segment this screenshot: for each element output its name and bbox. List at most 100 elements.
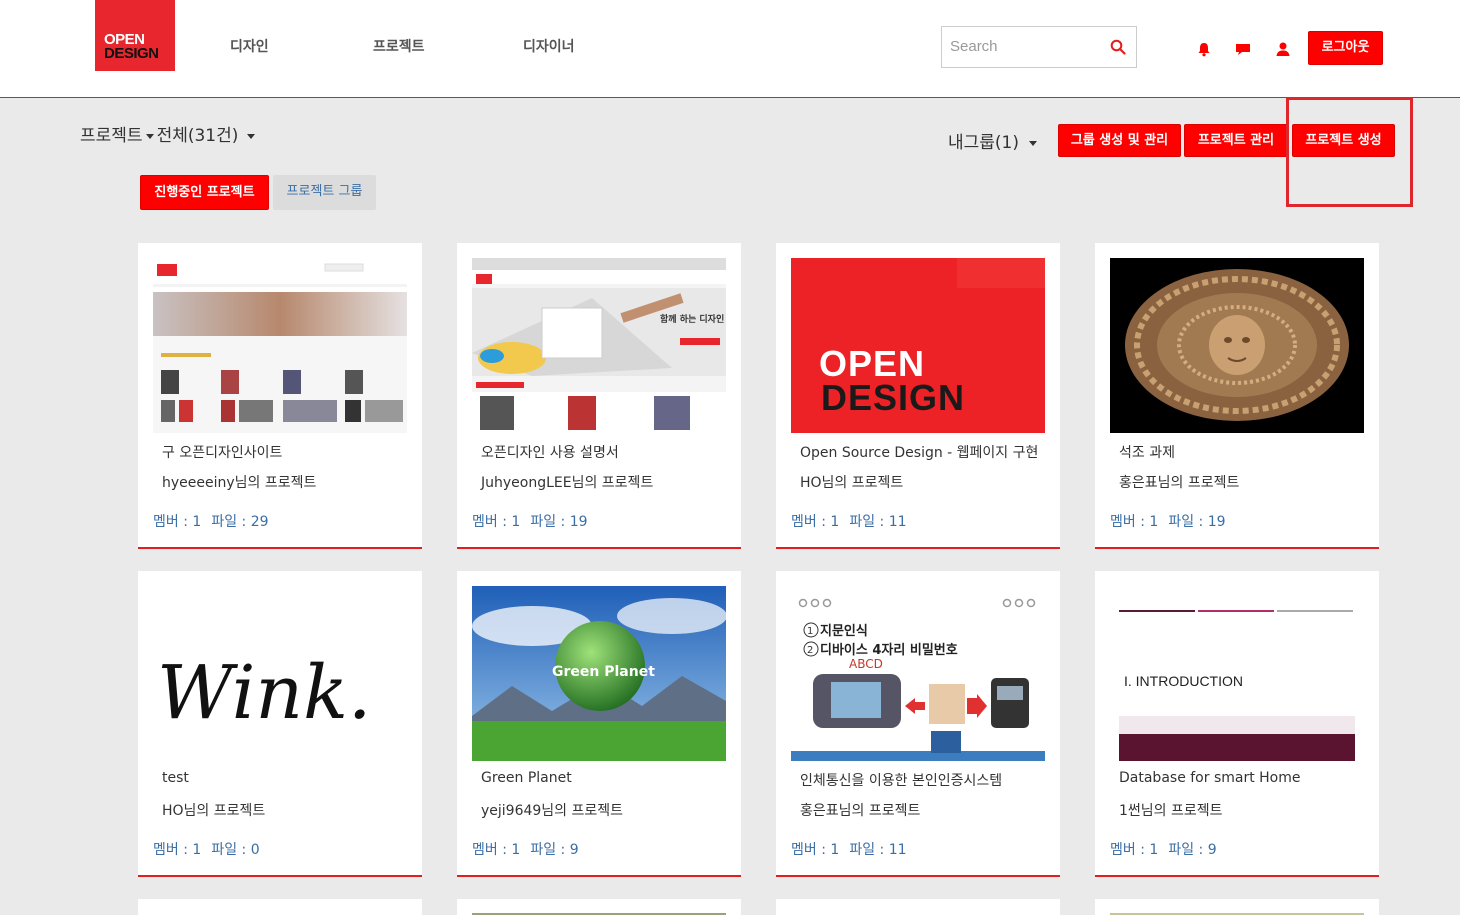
bell-icon[interactable] [1195, 40, 1213, 58]
group-manage-button[interactable]: 그룹 생성 및 관리 [1058, 124, 1181, 157]
project-owner: 홍은표님의 프로젝트 [800, 803, 921, 819]
member-count: 1 [192, 514, 202, 530]
file-count: 29 [250, 514, 269, 530]
file-label: 파일 : [211, 514, 251, 530]
introduction-slide-image: I. INTRODUCTION [1110, 586, 1364, 761]
member-count: 1 [1149, 842, 1159, 858]
project-stats: 멤버 : 1 파일 : 9 [472, 839, 579, 859]
chat-icon[interactable] [1234, 40, 1252, 58]
project-thumbnail: Wink. [153, 586, 407, 761]
mygroup-dropdown[interactable]: 내그룹(1) [948, 128, 1038, 153]
member-count: 1 [511, 514, 521, 530]
caret-down-icon[interactable] [247, 133, 256, 139]
thumb-caption: I. INTRODUCTION [1124, 673, 1243, 689]
project-card[interactable]: OPEN DESIGN Open Source Design - 웹페이지 구현… [776, 243, 1060, 549]
project-stats: 멤버 : 1 파일 : 11 [791, 839, 907, 859]
file-label: 파일 : [1168, 514, 1208, 530]
project-title[interactable]: 오픈디자인 사용 설명서 [481, 442, 619, 462]
file-label: 파일 : [849, 842, 889, 858]
project-card[interactable] [776, 899, 1060, 915]
project-owner: 1썬님의 프로젝트 [1119, 803, 1223, 819]
project-title[interactable]: Database for smart Home [1119, 770, 1301, 786]
project-owner: HO님의 프로젝트 [800, 475, 904, 491]
project-thumbnail: I. INTRODUCTION [1110, 586, 1364, 761]
project-stats: 멤버 : 1 파일 : 11 [791, 511, 907, 531]
member-label: 멤버 : [1110, 514, 1150, 530]
project-owner: 홍은표님의 프로젝트 [1119, 475, 1240, 491]
project-card[interactable]: 1 2 지문인식 디바이스 4자리 비밀번호 ABCD 인체통신을 이용한 본인… [776, 571, 1060, 877]
thumb-line-3: ABCD [849, 657, 883, 671]
project-owner: hyeeeeiny님의 프로젝트 [162, 475, 317, 491]
file-count: 19 [1207, 514, 1226, 530]
project-card[interactable] [457, 899, 741, 915]
project-card[interactable]: I. INTRODUCTION Database for smart Home … [1095, 571, 1379, 877]
project-manage-button[interactable]: 프로젝트 관리 [1184, 124, 1288, 157]
wink-script-image: Wink. [153, 586, 407, 761]
project-thumbnail: OPEN DESIGN [791, 258, 1045, 433]
open-design-logo[interactable]: OPEN DESIGN [95, 0, 175, 71]
breadcrumb-section[interactable]: 프로젝트 [80, 126, 143, 146]
mygroup-label: 내그룹(1) [948, 133, 1020, 153]
logout-button[interactable]: 로그아웃 [1308, 31, 1383, 65]
breadcrumb: 프로젝트 전체(31건) [80, 121, 258, 146]
member-label: 멤버 : [472, 514, 512, 530]
project-title[interactable]: 구 오픈디자인사이트 [162, 442, 282, 462]
fingerprint-slide-image: 1 2 지문인식 디바이스 4자리 비밀번호 ABCD [791, 586, 1045, 761]
caret-down-icon[interactable] [145, 133, 154, 139]
svg-text:1: 1 [807, 626, 813, 637]
file-count: 9 [569, 842, 579, 858]
file-label: 파일 : [530, 514, 570, 530]
thumb-line-1: 지문인식 [820, 623, 868, 639]
search-icon[interactable] [1110, 39, 1126, 55]
old-site-screenshot-image [153, 258, 407, 433]
project-owner: yeji9649님의 프로젝트 [481, 803, 624, 819]
search-input[interactable] [942, 27, 1102, 65]
project-title[interactable]: Green Planet [481, 770, 572, 786]
project-card[interactable]: 구 오픈디자인사이트 hyeeeeiny님의 프로젝트 멤버 : 1 파일 : 2… [138, 243, 422, 549]
project-title[interactable]: 인체통신을 이용한 본인인증시스템 [800, 770, 1002, 790]
thumb-caption: Green Planet [552, 664, 655, 680]
project-card[interactable]: 함께 하는 디자인 오픈디자인 사용 설명서 JuhyeongLEE님의 프로젝… [457, 243, 741, 549]
nav-design[interactable]: 디자인 [230, 36, 269, 56]
project-title[interactable]: Open Source Design - 웹페이지 구현 [800, 442, 1038, 462]
project-stats: 멤버 : 1 파일 : 19 [472, 511, 588, 531]
open-design-logo-image: OPEN DESIGN [791, 258, 1045, 433]
file-count: 9 [1207, 842, 1217, 858]
project-stats: 멤버 : 1 파일 : 29 [153, 511, 269, 531]
project-stats: 멤버 : 1 파일 : 9 [1110, 839, 1217, 859]
project-title[interactable]: test [162, 770, 189, 786]
search-box [941, 26, 1137, 68]
member-count: 1 [192, 842, 202, 858]
tab-project-groups[interactable]: 프로젝트 그룹 [273, 175, 376, 210]
member-count: 1 [830, 842, 840, 858]
project-card[interactable]: Wink. test HO님의 프로젝트 멤버 : 1 파일 : 0 [138, 571, 422, 877]
project-thumbnail: 함께 하는 디자인 [472, 258, 726, 433]
file-label: 파일 : [530, 842, 570, 858]
tab-ongoing-projects[interactable]: 진행중인 프로젝트 [140, 175, 269, 210]
medusa-medallion-image [1110, 258, 1364, 433]
member-count: 1 [511, 842, 521, 858]
svg-text:2: 2 [807, 645, 813, 656]
project-owner: JuhyeongLEE님의 프로젝트 [481, 475, 654, 491]
nav-project[interactable]: 프로젝트 [373, 36, 425, 56]
project-card[interactable] [1095, 899, 1379, 915]
project-card[interactable] [138, 899, 422, 915]
thumb-caption: 함께 하는 디자인 [660, 313, 724, 325]
member-label: 멤버 : [153, 514, 193, 530]
project-thumbnail: 1 2 지문인식 디바이스 4자리 비밀번호 ABCD [791, 586, 1045, 761]
breadcrumb-filter[interactable]: 전체(31건) [157, 126, 239, 146]
thumb-line-2: 디바이스 4자리 비밀번호 [820, 642, 958, 658]
green-planet-image: Green Planet [472, 586, 726, 761]
project-card[interactable]: 석조 과제 홍은표님의 프로젝트 멤버 : 1 파일 : 19 [1095, 243, 1379, 549]
member-count: 1 [830, 514, 840, 530]
caret-down-icon [1029, 140, 1038, 146]
file-label: 파일 : [211, 842, 251, 858]
member-label: 멤버 : [153, 842, 193, 858]
project-title[interactable]: 석조 과제 [1119, 442, 1175, 462]
member-label: 멤버 : [1110, 842, 1150, 858]
file-count: 0 [250, 842, 260, 858]
member-label: 멤버 : [791, 514, 831, 530]
nav-designer[interactable]: 디자이너 [523, 36, 575, 56]
project-card[interactable]: Green Planet Green Planet yeji9649님의 프로젝… [457, 571, 741, 877]
user-icon[interactable] [1274, 40, 1292, 58]
